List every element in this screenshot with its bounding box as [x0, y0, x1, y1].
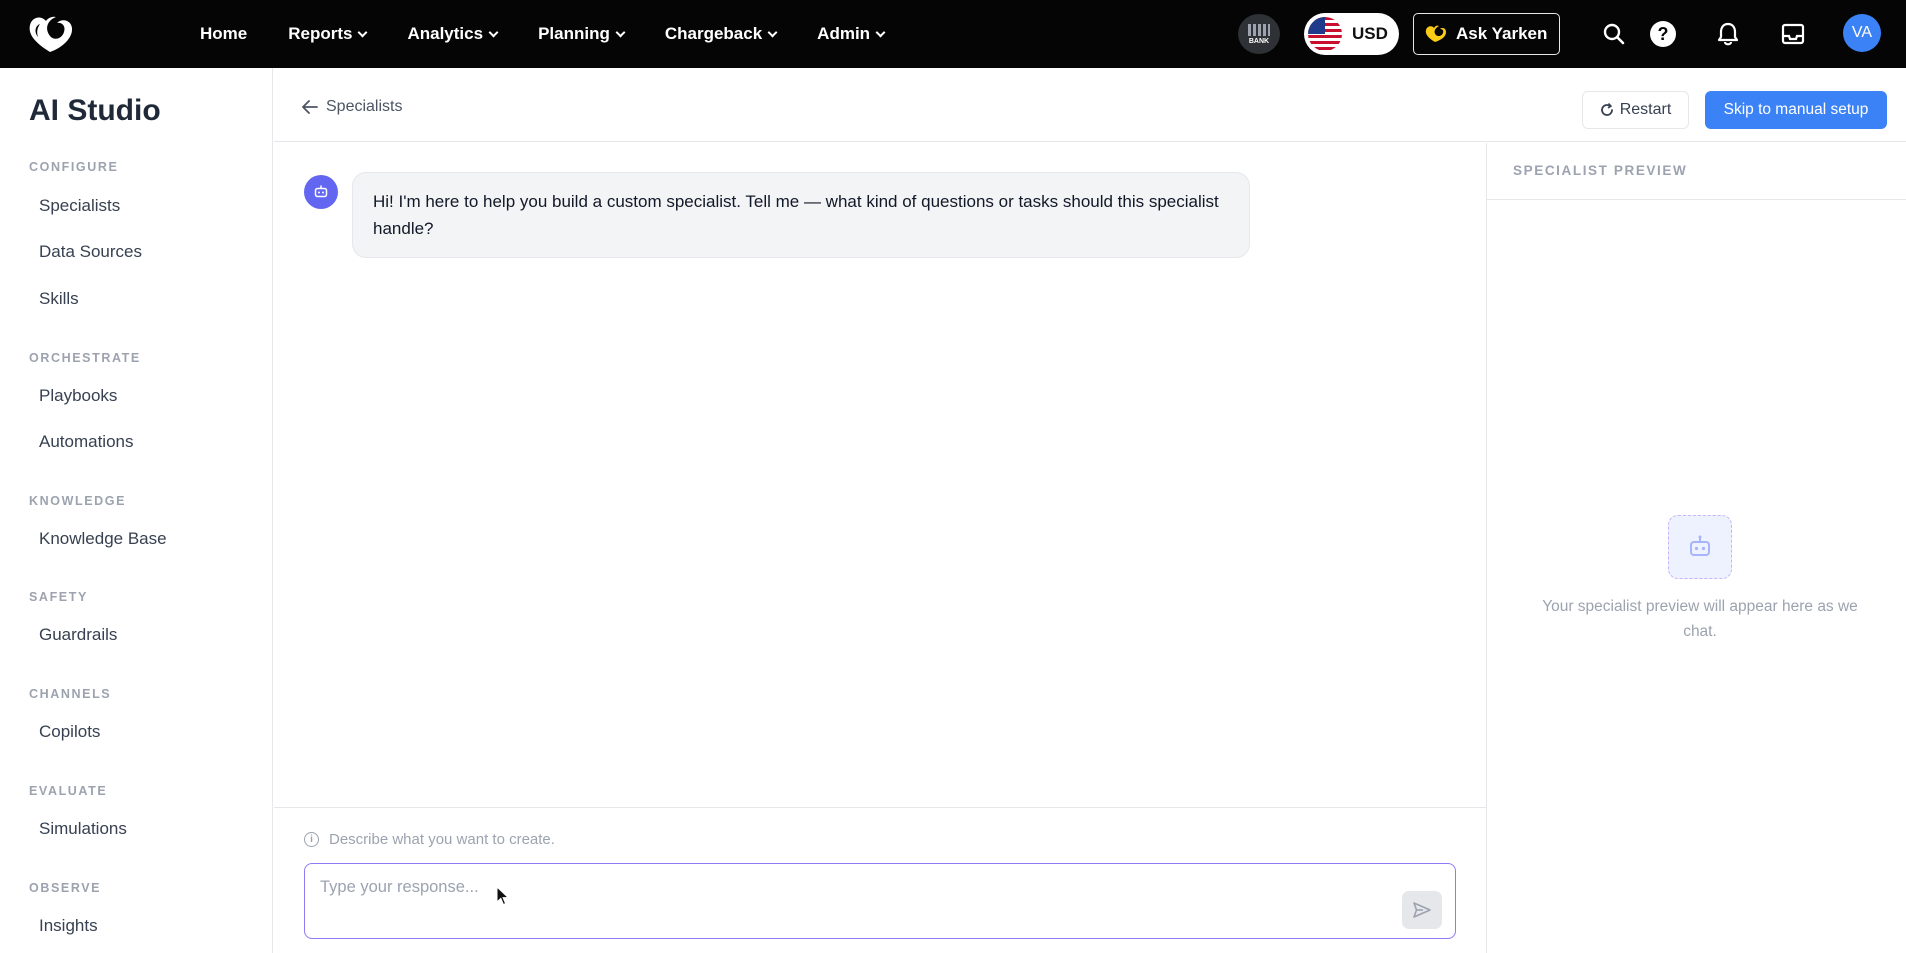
specialist-preview-panel: SPECIALIST PREVIEW Your specialist previ…	[1486, 143, 1906, 953]
robot-icon	[314, 185, 328, 198]
back-link[interactable]: Specialists	[302, 98, 402, 116]
assistant-message: Hi! I'm here to help you build a custom …	[352, 172, 1250, 258]
chevron-down-icon	[875, 27, 886, 37]
preview-empty-message: Your specialist preview will appear here…	[1542, 598, 1858, 640]
section-channels: CHANNELS	[29, 687, 112, 701]
sidebar-item-playbooks[interactable]: Playbooks	[39, 386, 117, 406]
chevron-down-icon	[488, 27, 499, 37]
sidebar-item-guardrails[interactable]: Guardrails	[39, 625, 117, 645]
ask-yarken-button[interactable]: Ask Yarken	[1413, 13, 1560, 55]
sidebar-title: AI Studio	[29, 94, 161, 127]
send-icon	[1413, 902, 1431, 918]
sidebar-item-specialists[interactable]: Specialists	[39, 196, 120, 216]
nav-planning-label: Planning	[538, 24, 610, 43]
sidebar-item-skills[interactable]: Skills	[39, 289, 79, 309]
response-input[interactable]	[320, 878, 1380, 918]
chevron-down-icon	[767, 27, 778, 37]
sidebar-item-copilots[interactable]: Copilots	[39, 722, 100, 742]
sidebar-item-data-sources[interactable]: Data Sources	[39, 242, 142, 262]
nav-reports[interactable]: Reports	[288, 24, 368, 44]
back-link-label: Specialists	[326, 98, 403, 115]
sidebar-item-simulations[interactable]: Simulations	[39, 819, 127, 839]
composer-hint-text: Describe what you want to create.	[329, 831, 555, 848]
nav-planning[interactable]: Planning	[538, 24, 626, 44]
section-configure: CONFIGURE	[29, 160, 119, 174]
bank-switcher-button[interactable]: BANK	[1238, 14, 1280, 54]
chevron-down-icon	[358, 27, 368, 37]
info-icon: i	[304, 832, 319, 847]
us-flag-icon	[1308, 17, 1342, 51]
main-nav: Home Reports Analytics Planning Chargeba…	[200, 0, 925, 68]
section-safety: SAFETY	[29, 590, 88, 604]
section-orchestrate: ORCHESTRATE	[29, 351, 141, 365]
bank-label: BANK	[1248, 37, 1270, 45]
nav-admin-label: Admin	[817, 24, 871, 43]
sidebar: AI Studio CONFIGURE Specialists Data Sou…	[0, 68, 273, 953]
search-icon[interactable]	[1600, 20, 1628, 48]
top-navbar: Home Reports Analytics Planning Chargeba…	[0, 0, 1906, 68]
bot-avatar	[304, 175, 338, 209]
sidebar-item-insights[interactable]: Insights	[39, 916, 98, 936]
avatar-initials: VA	[1851, 24, 1873, 41]
sidebar-item-automations[interactable]: Automations	[39, 432, 134, 452]
send-button[interactable]	[1402, 891, 1442, 929]
svg-text:?: ?	[1658, 24, 1669, 44]
composer: i Describe what you want to create.	[274, 807, 1486, 953]
restart-button[interactable]: Restart	[1582, 91, 1689, 129]
section-observe: OBSERVE	[29, 881, 102, 895]
chevron-down-icon	[615, 27, 626, 37]
skip-label: Skip to manual setup	[1723, 101, 1869, 118]
nav-chargeback[interactable]: Chargeback	[664, 24, 778, 44]
preview-placeholder	[1668, 515, 1732, 579]
arrow-left-icon	[302, 100, 318, 114]
bell-icon[interactable]	[1714, 20, 1742, 48]
chat-thread: Hi! I'm here to help you build a custom …	[274, 143, 1486, 808]
currency-selector[interactable]: USD	[1304, 13, 1399, 55]
app-logo[interactable]	[26, 14, 74, 54]
response-input-box	[304, 863, 1456, 939]
section-knowledge: KNOWLEDGE	[29, 494, 127, 508]
nav-analytics-label: Analytics	[407, 24, 484, 43]
nav-reports-label: Reports	[288, 24, 353, 43]
nav-home[interactable]: Home	[200, 24, 247, 44]
robot-icon	[1690, 535, 1710, 556]
refresh-icon	[1600, 103, 1613, 116]
user-avatar[interactable]: VA	[1843, 14, 1881, 52]
nav-admin[interactable]: Admin	[817, 24, 886, 44]
nav-home-label: Home	[200, 24, 248, 43]
composer-hint: i Describe what you want to create.	[304, 831, 555, 848]
nav-analytics[interactable]: Analytics	[407, 24, 499, 44]
sidebar-item-knowledge-base[interactable]: Knowledge Base	[39, 529, 167, 549]
inbox-icon[interactable]	[1779, 20, 1807, 48]
ask-yarken-label: Ask Yarken	[1456, 24, 1548, 43]
page-header: Specialists Restart Skip to manual setup	[274, 68, 1906, 142]
yarken-logo-icon	[1425, 25, 1446, 42]
help-icon[interactable]: ?	[1649, 20, 1677, 48]
currency-code: USD	[1352, 24, 1388, 43]
mouse-cursor-icon	[496, 886, 510, 906]
preview-header: SPECIALIST PREVIEW	[1487, 143, 1906, 200]
bank-icon	[1248, 23, 1270, 36]
restart-label: Restart	[1619, 101, 1672, 118]
section-evaluate: EVALUATE	[29, 784, 108, 798]
skip-to-manual-setup-button[interactable]: Skip to manual setup	[1705, 91, 1887, 129]
preview-title: SPECIALIST PREVIEW	[1513, 163, 1688, 178]
nav-chargeback-label: Chargeback	[664, 24, 763, 43]
